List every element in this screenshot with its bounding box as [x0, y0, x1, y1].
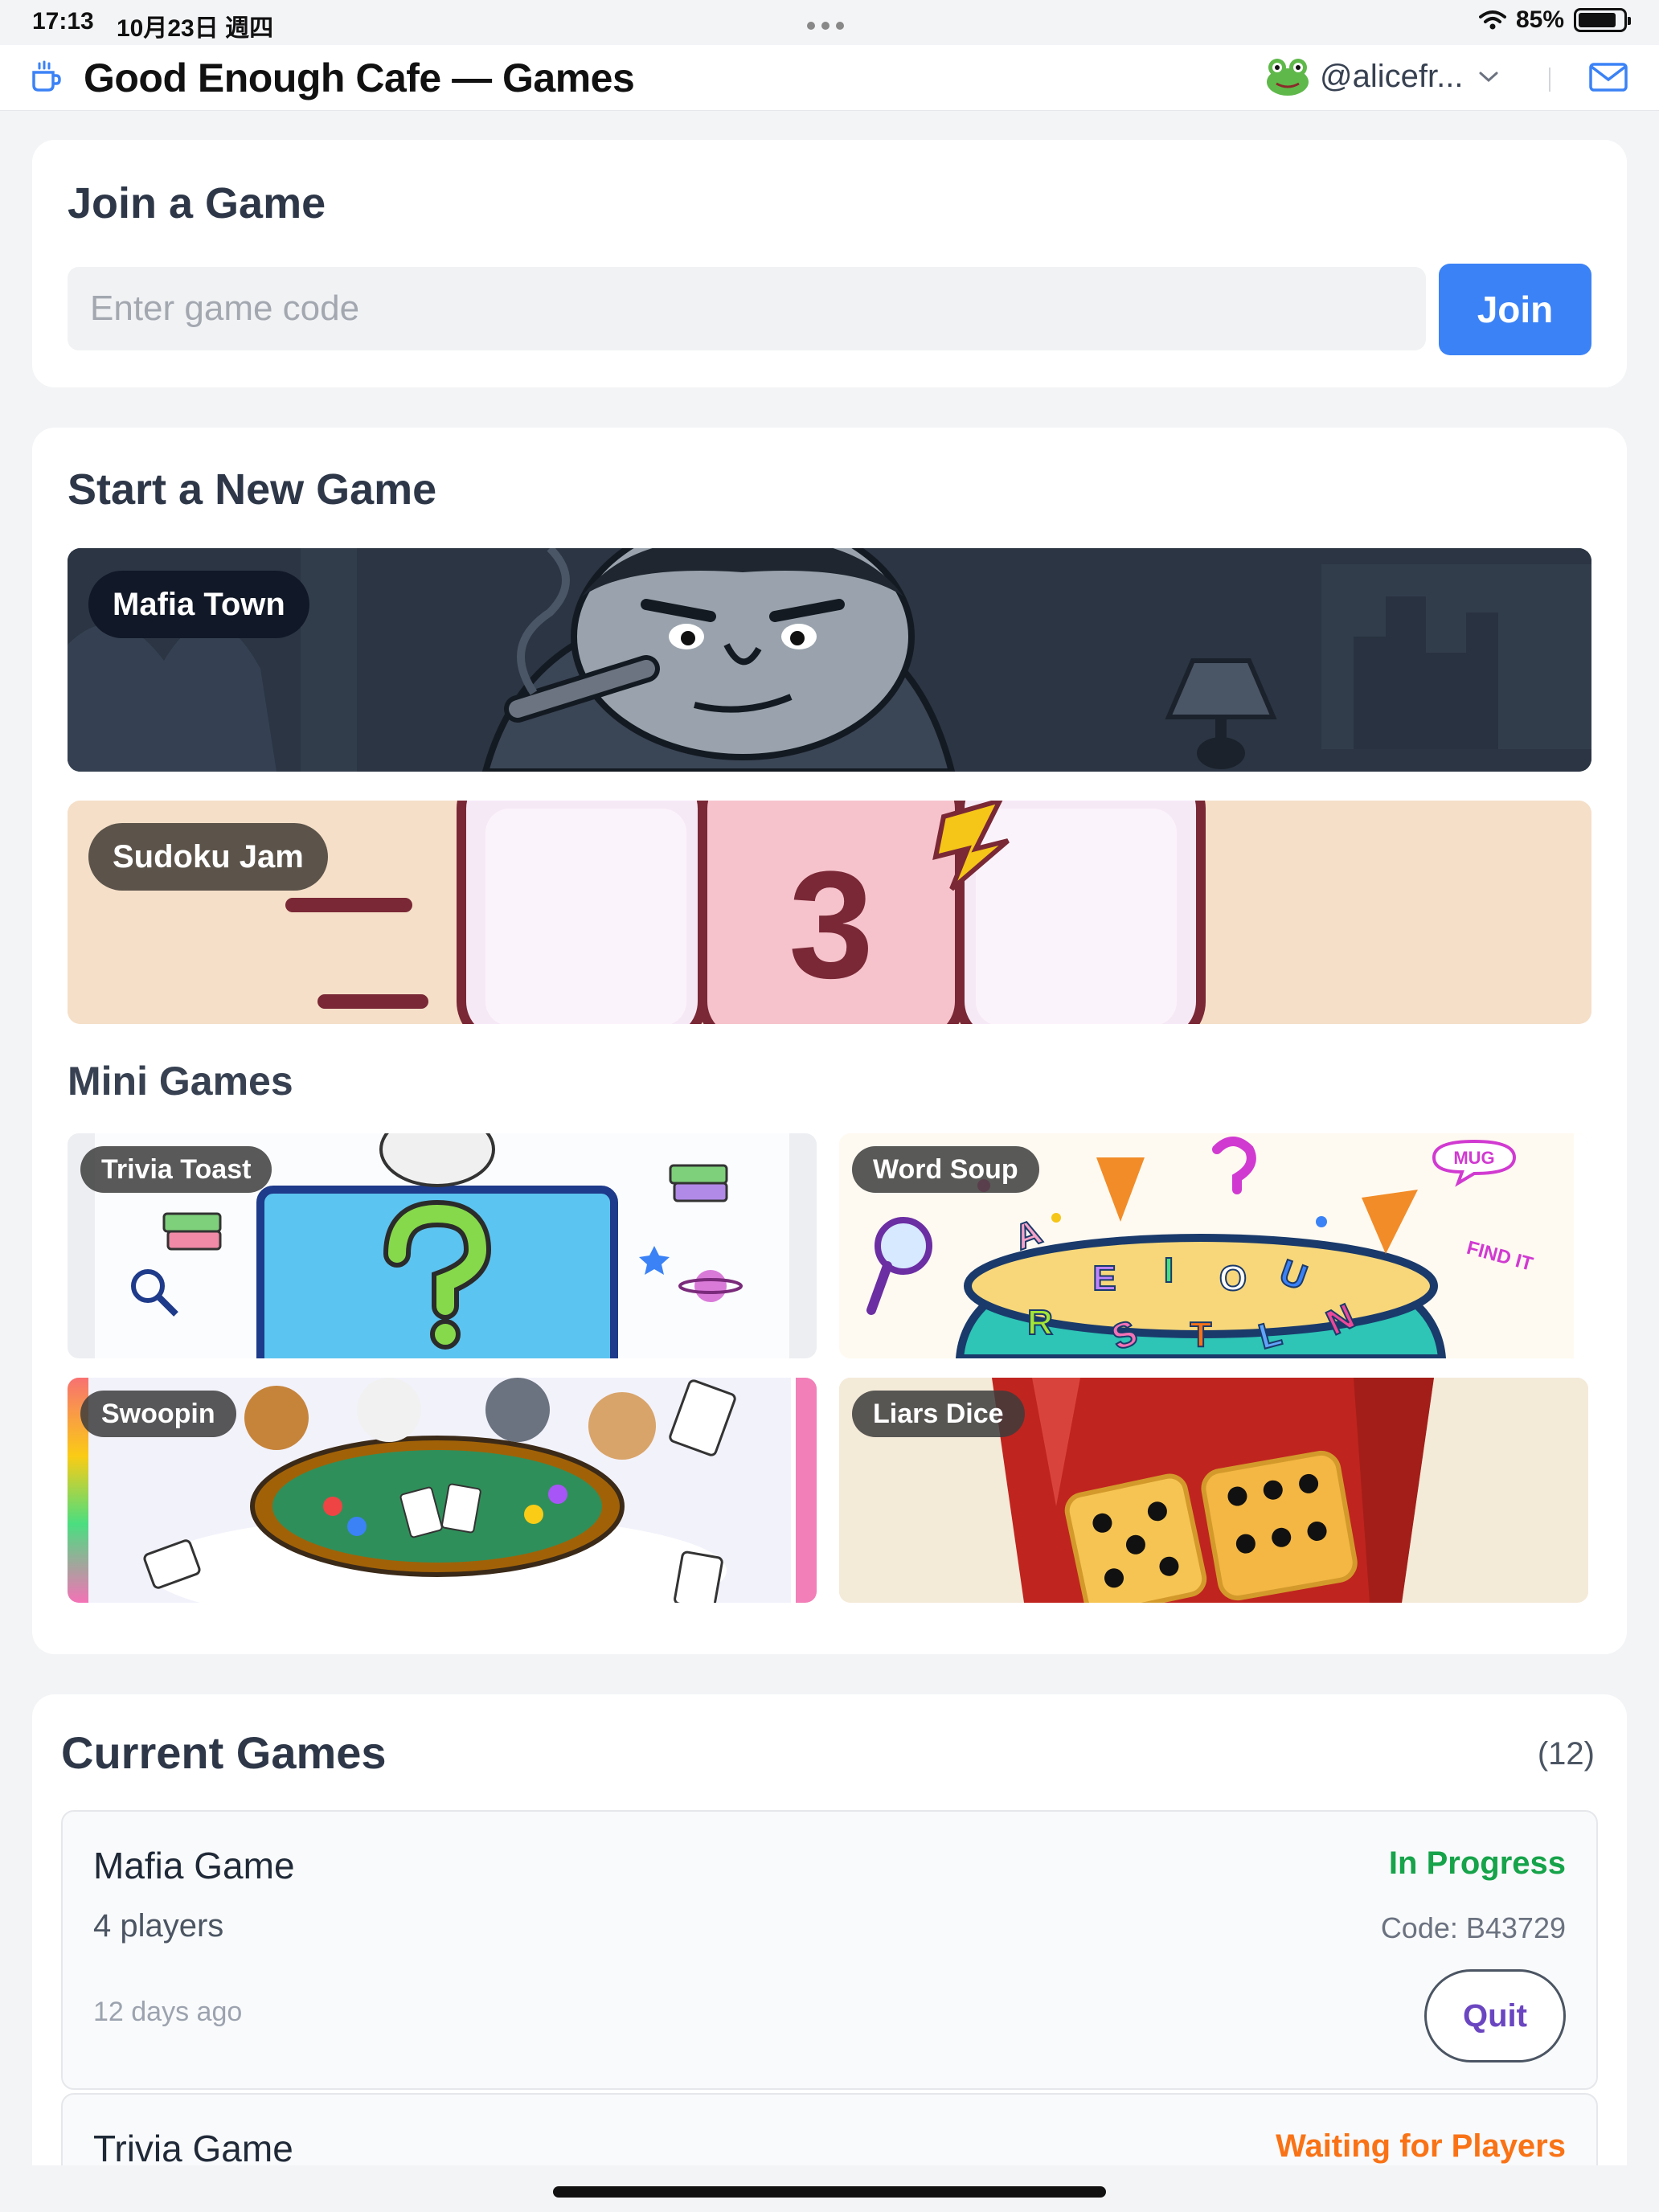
multitasking-dots-icon[interactable]: [807, 19, 852, 30]
game-name: Trivia Game: [93, 2128, 293, 2169]
game-card[interactable]: Mafia Game In Progress 4 players Code: B…: [61, 1810, 1598, 2090]
trivia-toast-label: Trivia Toast: [80, 1146, 272, 1193]
status-badge: In Progress: [1388, 1845, 1566, 1881]
user-menu[interactable]: @alicefr...: [1265, 56, 1501, 96]
join-title: Join a Game: [68, 179, 326, 227]
soup-letter: E: [1092, 1259, 1116, 1298]
battery-percent: 85%: [1515, 6, 1564, 33]
header-divider: [1549, 68, 1550, 92]
soup-letter: I: [1164, 1251, 1174, 1290]
mail-icon[interactable]: [1588, 61, 1628, 93]
username: @alicefr...: [1320, 58, 1464, 94]
sudoku-jam-banner[interactable]: 3 Sudoku Jam: [68, 801, 1591, 1024]
sudoku-jam-label: Sudoku Jam: [88, 823, 328, 891]
current-games-count: (12): [1537, 1736, 1595, 1772]
start-game-card: Start a New Game Mafia Town 3 Sudoku Jam…: [32, 428, 1627, 1654]
swoopin-label: Swoopin: [80, 1391, 236, 1437]
game-name: Mafia Game: [93, 1845, 295, 1886]
coffee-cup-icon: [32, 60, 61, 92]
join-button[interactable]: Join: [1439, 264, 1591, 355]
status-time: 17:13: [32, 8, 94, 35]
game-code: Code: B43729: [1380, 1911, 1566, 1944]
game-timestamp: 12 days ago: [93, 1997, 243, 2027]
swoopin-tile[interactable]: Swoopin: [68, 1378, 817, 1603]
liars-dice-label: Liars Dice: [852, 1391, 1025, 1437]
trivia-toast-tile[interactable]: Trivia Toast: [68, 1133, 817, 1358]
soup-letter: T: [1190, 1315, 1212, 1354]
status-right: 85%: [1478, 6, 1631, 34]
battery-icon: [1574, 8, 1631, 32]
word-soup-tile[interactable]: MUG FIND IT A E I O U R S T L N Word Sou…: [839, 1133, 1588, 1358]
soup-letter: R: [1027, 1303, 1053, 1342]
word-soup-label: Word Soup: [852, 1146, 1039, 1193]
join-game-card: Join a Game Join: [32, 140, 1627, 387]
frog-avatar-icon: [1267, 59, 1309, 96]
game-code-input[interactable]: [68, 267, 1426, 350]
current-games-card: Current Games (12) Mafia Game In Progres…: [32, 1694, 1627, 2212]
quit-button[interactable]: Quit: [1424, 1969, 1566, 2062]
wifi-icon: [1478, 10, 1506, 30]
app-title: Good Enough Cafe — Games: [84, 55, 635, 100]
liars-dice-tile[interactable]: Liars Dice: [839, 1378, 1588, 1603]
mug-sticker: MUG: [1453, 1148, 1494, 1168]
soup-letter: O: [1219, 1259, 1247, 1298]
mafia-town-label: Mafia Town: [88, 571, 309, 638]
current-games-title: Current Games: [61, 1727, 387, 1778]
status-bar: 17:13 10月23日 週四 85%: [0, 0, 1659, 45]
app-header: Good Enough Cafe — Games @alicefr...: [0, 45, 1659, 111]
chevron-down-icon: [1479, 72, 1498, 83]
mafia-town-banner[interactable]: Mafia Town: [68, 548, 1591, 772]
mini-games-title: Mini Games: [68, 1059, 293, 1104]
player-count: 4 players: [93, 1908, 224, 1944]
sudoku-digit: 3: [789, 840, 874, 1010]
status-badge: Waiting for Players: [1276, 2128, 1566, 2164]
home-indicator[interactable]: [553, 2186, 1106, 2198]
start-title: Start a New Game: [68, 465, 437, 514]
status-date: 10月23日 週四: [117, 15, 274, 42]
